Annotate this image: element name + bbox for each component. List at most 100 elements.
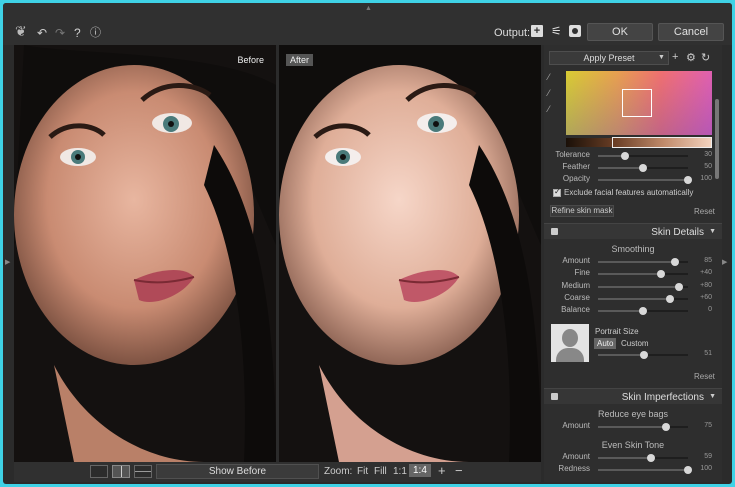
slider-knob[interactable] <box>647 454 656 462</box>
slider-knob[interactable] <box>639 307 647 315</box>
slider-knob[interactable] <box>657 270 665 278</box>
refresh-icon[interactable]: ↻ <box>701 51 710 64</box>
before-label: Before <box>237 55 264 65</box>
zoom-1-1-button[interactable]: 1:1 <box>393 466 407 477</box>
medium-value: +80 <box>700 282 712 289</box>
undo-icon[interactable]: ↶ <box>37 27 47 39</box>
skin-imperfections-header[interactable]: Skin Imperfections ▼ <box>544 388 722 404</box>
zoom-in-button[interactable]: + <box>438 463 446 478</box>
zoom-1-4-button[interactable]: 1:4 <box>409 464 431 477</box>
opacity-slider[interactable] <box>598 176 692 184</box>
redness-slider-row: Redness 100 <box>544 464 722 476</box>
collapse-left-icon[interactable]: ▶ <box>5 258 10 266</box>
stacked-view-button[interactable] <box>134 465 152 478</box>
medium-slider[interactable] <box>598 283 688 291</box>
slider-knob[interactable] <box>639 351 648 359</box>
slider-knob[interactable] <box>661 423 670 431</box>
redness-label: Redness <box>558 464 590 473</box>
eye-bags-slider[interactable] <box>598 423 688 431</box>
chevron-down-icon: ▼ <box>658 54 665 61</box>
slider-knob[interactable] <box>621 152 629 160</box>
chevron-down-icon: ▼ <box>709 228 716 235</box>
ok-button[interactable]: OK <box>587 23 653 41</box>
slider-knob[interactable] <box>670 258 679 266</box>
single-view-button[interactable] <box>90 465 108 478</box>
tolerance-slider-row: Tolerance 30 <box>544 150 722 162</box>
balance-slider[interactable] <box>598 307 688 315</box>
apply-preset-dropdown[interactable]: Apply Preset <box>549 51 669 65</box>
collapse-right-icon[interactable]: ▶ <box>722 258 727 266</box>
auto-button[interactable]: Auto <box>594 338 617 349</box>
mask-reset-button[interactable]: Reset <box>694 207 715 216</box>
redness-slider[interactable] <box>598 466 692 474</box>
opacity-label: Opacity <box>562 174 590 183</box>
fine-label: Fine <box>574 268 590 277</box>
eye-bags-value: 75 <box>704 422 712 429</box>
feather-value: 50 <box>704 163 712 170</box>
adjust-sliders-icon[interactable]: ⚟ <box>551 25 563 37</box>
eyedropper-subtract-icon[interactable]: ⁄ <box>548 104 550 114</box>
skin-color-picker[interactable] <box>566 71 712 135</box>
amount-value: 85 <box>704 257 712 264</box>
exclude-facial-features-checkbox[interactable]: ✓ <box>553 187 561 197</box>
collapse-top-icon[interactable]: ▲ <box>365 5 372 12</box>
fine-value: +40 <box>700 269 712 276</box>
portrait-size-label: Portrait Size <box>595 327 639 336</box>
slider-knob[interactable] <box>684 466 692 474</box>
after-portrait-photo <box>279 45 541 462</box>
bottom-toolbar: Show Before Zoom: Fit Fill 1:1 1:4 + − <box>14 462 541 482</box>
tone-amount-value: 59 <box>704 453 712 460</box>
info-icon[interactable]: ⓘ <box>90 27 101 39</box>
tolerance-label: Tolerance <box>555 150 590 159</box>
fine-slider[interactable] <box>598 270 688 278</box>
eyedropper-icon[interactable]: ⁄ <box>548 72 550 82</box>
tone-amount-slider-row: Amount 59 <box>544 452 722 464</box>
even-skin-tone-label: Even Skin Tone <box>601 440 665 450</box>
zoom-fit-button[interactable]: Fit <box>357 466 368 477</box>
help-icon[interactable]: ? <box>74 27 81 39</box>
zoom-out-button[interactable]: − <box>455 463 463 478</box>
portrait-size-value: 51 <box>704 350 712 357</box>
tone-range-selector[interactable] <box>612 137 712 148</box>
tolerance-slider[interactable] <box>598 152 688 160</box>
slider-knob[interactable] <box>666 295 674 303</box>
coarse-slider[interactable] <box>598 295 688 303</box>
panel-scrollbar[interactable] <box>715 99 719 179</box>
skin-tone-ramp[interactable] <box>566 137 712 148</box>
adjustment-panel: Apply Preset ▼ + ⚙ ↻ ⁄ ⁄ ⁄ Tolerance 30 … <box>544 45 722 482</box>
refine-skin-mask-button[interactable]: Refine skin mask <box>550 205 614 217</box>
tone-amount-slider[interactable] <box>598 454 688 462</box>
section-toggle-icon[interactable] <box>551 393 558 400</box>
leaf-logo-icon: ❦ <box>15 23 27 39</box>
slider-knob[interactable] <box>639 164 647 172</box>
zoom-fill-button[interactable]: Fill <box>374 466 387 477</box>
mask-icon[interactable] <box>569 25 581 37</box>
portrait-size-slider[interactable] <box>598 351 688 359</box>
output-label: Output: <box>494 27 531 39</box>
balance-value: 0 <box>708 306 712 313</box>
show-before-button[interactable]: Show Before <box>156 464 319 479</box>
slider-knob[interactable] <box>684 176 692 184</box>
redo-icon[interactable]: ↷ <box>55 27 65 39</box>
custom-button[interactable]: Custom <box>621 339 649 348</box>
skin-details-reset-button[interactable]: Reset <box>694 372 715 381</box>
amount-slider[interactable] <box>598 258 688 266</box>
medium-label: Medium <box>561 281 590 290</box>
opacity-slider-row: Opacity 100 <box>544 174 722 186</box>
color-selection-box[interactable] <box>622 89 652 117</box>
gear-icon[interactable]: ⚙ <box>686 51 696 64</box>
portrait-size-slider-row: 51 <box>544 349 722 361</box>
tone-amount-label: Amount <box>562 452 590 461</box>
feather-slider[interactable] <box>598 164 688 172</box>
balance-label: Balance <box>561 305 590 314</box>
add-preset-icon[interactable]: + <box>672 51 678 63</box>
eyedropper-add-icon[interactable]: ⁄ <box>548 88 550 98</box>
add-layer-icon[interactable]: + <box>531 25 543 37</box>
cancel-button[interactable]: Cancel <box>658 23 724 41</box>
split-view-button[interactable] <box>112 465 130 478</box>
section-toggle-icon[interactable] <box>551 228 558 235</box>
zoom-label: Zoom: <box>324 466 353 477</box>
after-image: After <box>279 45 541 462</box>
slider-knob[interactable] <box>675 283 683 291</box>
skin-details-header[interactable]: Skin Details ▼ <box>544 223 722 239</box>
